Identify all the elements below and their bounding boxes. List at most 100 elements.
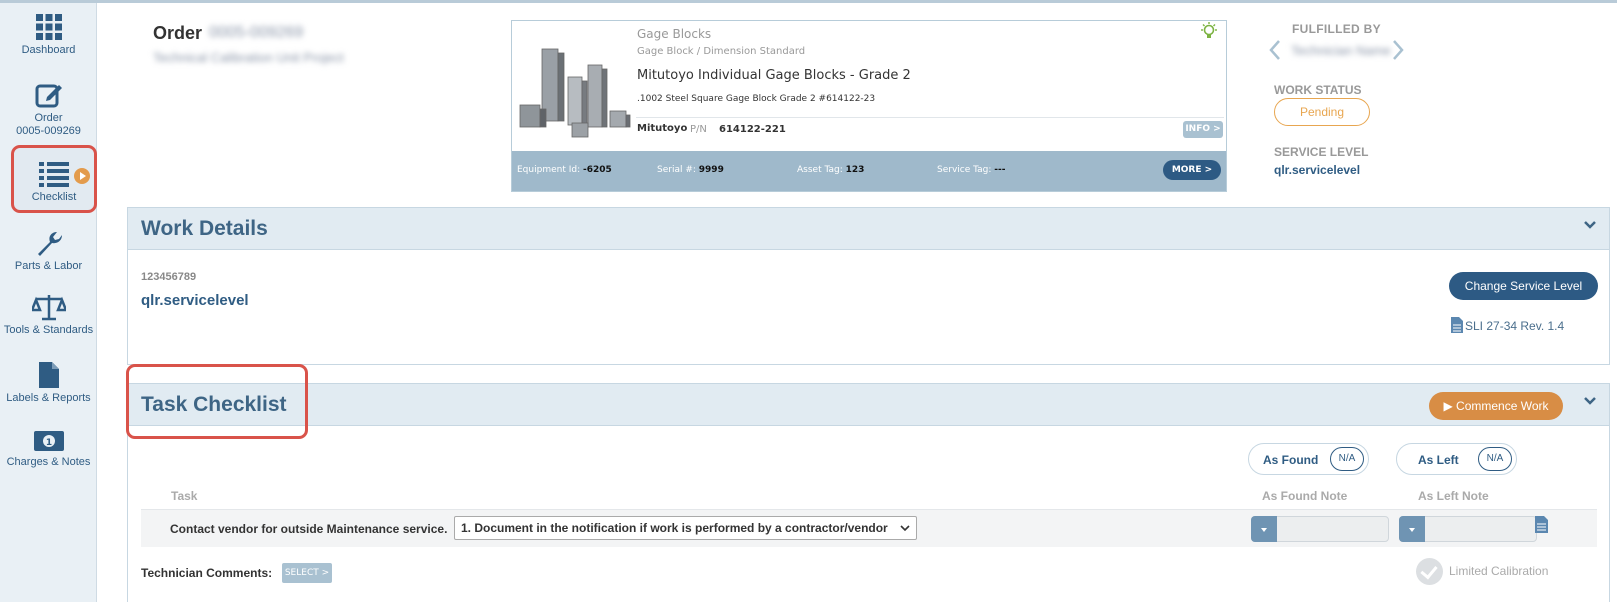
task-description: Contact vendor for outside Maintenance s… <box>170 522 448 536</box>
task-checklist-panel: Task Checklist ▶ Commence Work As Found … <box>127 383 1610 602</box>
divider <box>636 117 1224 118</box>
equipment-id-field: Equipment Id: -6205 <box>517 165 612 175</box>
table-row: Contact vendor for outside Maintenance s… <box>141 509 1597 547</box>
sli-document-label: SLI 27-34 Rev. 1.4 <box>1465 319 1565 333</box>
as-left-na-button[interactable]: N/A <box>1478 447 1512 471</box>
lightbulb-icon[interactable] <box>1199 22 1219 40</box>
sidebar-item-checklist[interactable]: Checklist <box>11 160 97 204</box>
sidebar-item-label: Charges & Notes <box>6 456 91 468</box>
as-left-toggle[interactable]: As Left N/A <box>1396 443 1517 475</box>
info-button[interactable]: INFO > <box>1183 121 1223 138</box>
work-status-label: WORK STATUS <box>1274 83 1362 97</box>
order-number: 0005-009269 <box>209 24 304 41</box>
equipment-name: Mitutoyo Individual Gage Blocks - Grade … <box>637 68 911 83</box>
wrench-icon <box>37 232 62 256</box>
commence-work-label: Commence Work <box>1456 399 1549 413</box>
grid-icon <box>35 14 62 40</box>
document-icon <box>38 362 59 388</box>
as-found-label: As Found <box>1263 453 1319 467</box>
equipment-id-value: -6205 <box>583 165 612 175</box>
service-tag-value: --- <box>994 165 1006 175</box>
part-number: 614122-221 <box>719 124 786 135</box>
sidebar-item-order-number: 0005-009269 <box>16 125 81 137</box>
equipment-card: Gage Blocks Gage Block / Dimension Stand… <box>511 20 1227 192</box>
service-level-value: qlr.servicelevel <box>1274 163 1361 177</box>
order-subtitle: Technical Calibration Unit Project <box>153 50 344 65</box>
fulfilled-by-label: FULFILLED BY <box>1292 22 1381 36</box>
limited-calibration-check-icon[interactable] <box>1416 558 1443 585</box>
asset-tag-value: 123 <box>845 165 865 175</box>
as-found-note-header: As Found Note <box>1262 489 1348 503</box>
equipment-footer: Equipment Id: -6205 Serial #: 9999 Asset… <box>512 151 1226 191</box>
as-left-note-dropdown[interactable] <box>1399 516 1425 542</box>
task-result-selected: 1. Document in the notification if work … <box>461 521 888 535</box>
sidebar-nav: Dashboard Order 0005-009269 Checklist Pa… <box>0 3 97 602</box>
sidebar-item-label: Checklist <box>31 191 77 203</box>
list-icon <box>39 162 69 187</box>
work-status-badge: Pending <box>1274 98 1370 126</box>
gage-blocks-image <box>519 48 631 138</box>
chevron-down-icon <box>900 525 910 532</box>
sidebar-item-label: Order <box>34 112 63 124</box>
serial-number-label: Serial #: <box>657 165 696 175</box>
as-found-na-button[interactable]: N/A <box>1330 447 1364 471</box>
fulfilled-by-name: Technician Name <box>1291 43 1391 58</box>
limited-calibration-label: Limited Calibration <box>1449 564 1549 578</box>
chevron-down-icon[interactable] <box>1583 396 1597 406</box>
as-left-note-header: As Left Note <box>1418 489 1489 503</box>
as-found-note-dropdown[interactable] <box>1251 516 1277 542</box>
document-icon <box>1451 317 1463 333</box>
notes-document-icon[interactable] <box>1535 516 1548 533</box>
sidebar-item-tools-standards[interactable]: Tools & Standards <box>0 293 97 337</box>
equipment-description: .1002 Steel Square Gage Block Grade 2 #6… <box>637 94 876 104</box>
sidebar-item-label: Dashboard <box>21 44 76 56</box>
service-level-label: SERVICE LEVEL <box>1274 145 1369 159</box>
work-details-title: Work Details <box>141 217 268 240</box>
commence-work-button[interactable]: ▶ Commence Work <box>1429 392 1563 420</box>
equipment-id-label: Equipment Id: <box>517 165 581 175</box>
chevron-left-icon[interactable] <box>1268 39 1282 61</box>
sidebar-item-order[interactable]: Order 0005-009269 <box>0 81 97 138</box>
change-service-level-button[interactable]: Change Service Level <box>1449 272 1598 300</box>
sidebar-item-label: Tools & Standards <box>3 324 94 336</box>
svg-text:1: 1 <box>45 438 51 448</box>
sidebar-item-parts-labor[interactable]: Parts & Labor <box>0 229 97 273</box>
task-column-header: Task <box>171 489 198 503</box>
sidebar-item-label: Parts & Labor <box>14 260 83 272</box>
chevron-right-icon[interactable] <box>1391 39 1405 61</box>
select-comments-button[interactable]: SELECT > <box>282 563 332 583</box>
work-details-panel: Work Details 123456789 qlr.servicelevel … <box>127 207 1610 365</box>
order-title: Order <box>153 23 203 43</box>
equipment-category: Gage Blocks <box>637 27 712 41</box>
part-number-label: P/N <box>690 124 707 135</box>
sli-document-link[interactable]: SLI 27-34 Rev. 1.4 <box>1451 317 1564 333</box>
asset-tag-field: Asset Tag: 123 <box>797 165 864 175</box>
technician-comments-label: Technician Comments: <box>141 566 273 580</box>
task-checklist-highlight <box>126 364 308 439</box>
work-details-header[interactable]: Work Details <box>128 208 1609 250</box>
more-button[interactable]: MORE > <box>1163 160 1221 180</box>
equipment-manufacturer: Mitutoyo <box>637 123 688 134</box>
edit-icon <box>35 84 62 108</box>
sidebar-item-charges-notes[interactable]: 1 Charges & Notes <box>0 429 97 469</box>
serial-number-field: Serial #: 9999 <box>657 165 724 175</box>
as-left-label: As Left <box>1418 453 1459 467</box>
balance-scale-icon <box>31 295 66 321</box>
chevron-down-icon[interactable] <box>1583 220 1597 230</box>
task-result-select[interactable]: 1. Document in the notification if work … <box>454 516 917 540</box>
as-found-toggle[interactable]: As Found N/A <box>1248 443 1369 475</box>
service-tag-label: Service Tag: <box>937 165 992 175</box>
service-level-name: qlr.servicelevel <box>141 292 249 309</box>
asset-tag-label: Asset Tag: <box>797 165 843 175</box>
as-left-note-field[interactable] <box>1399 516 1537 542</box>
service-code: 123456789 <box>141 271 197 283</box>
sidebar-item-label: Labels & Reports <box>6 392 91 404</box>
as-found-note-field[interactable] <box>1251 516 1389 542</box>
money-icon: 1 <box>33 431 64 451</box>
task-checklist-header[interactable]: Task Checklist ▶ Commence Work <box>128 384 1609 426</box>
serial-number-value: 9999 <box>698 165 724 175</box>
service-tag-field: Service Tag: --- <box>937 165 1006 175</box>
equipment-subcategory: Gage Block / Dimension Standard <box>637 46 806 57</box>
sidebar-item-dashboard[interactable]: Dashboard <box>0 13 97 57</box>
sidebar-item-labels-reports[interactable]: Labels & Reports <box>0 361 97 405</box>
